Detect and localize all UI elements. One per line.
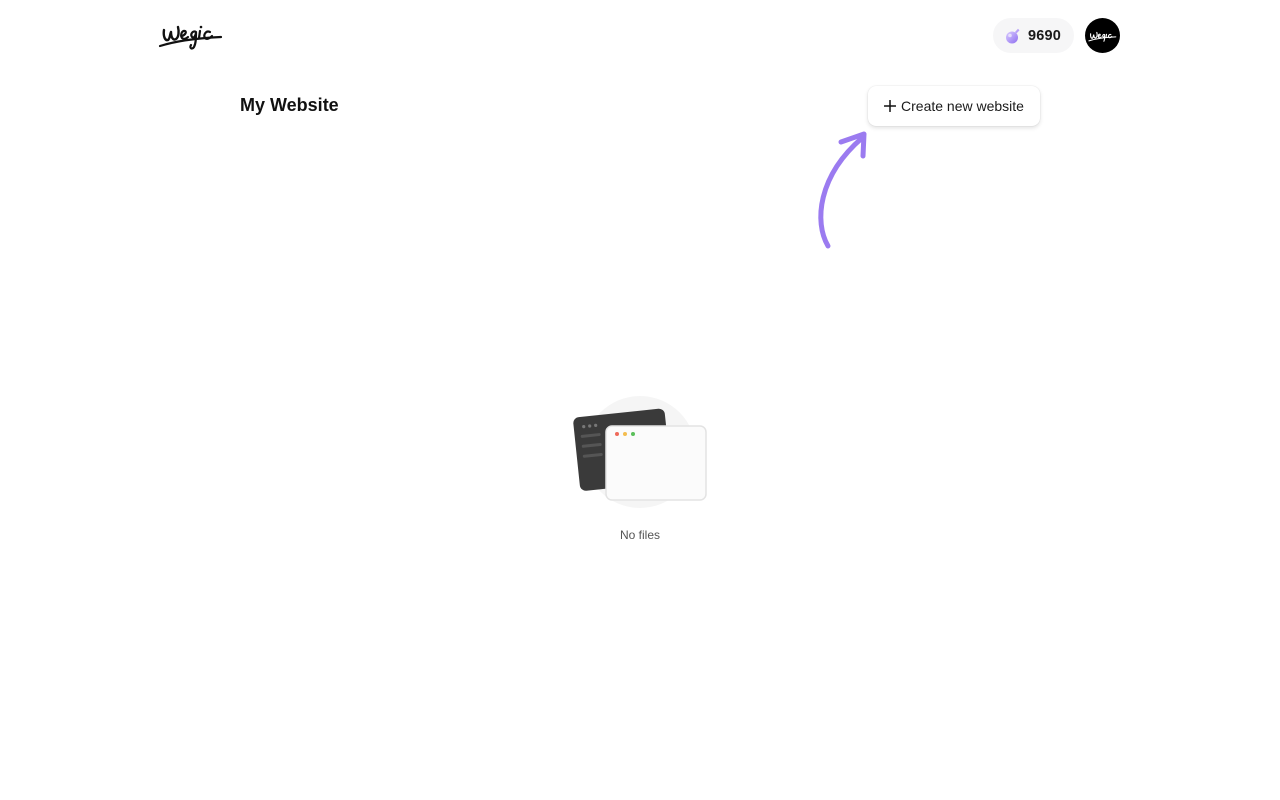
page: 9690 My Website Create new website No fi…: [0, 0, 1280, 800]
user-avatar[interactable]: [1085, 18, 1120, 53]
page-title: My Website: [240, 95, 339, 115]
plus-icon: [884, 100, 897, 112]
create-new-website-button[interactable]: Create new website: [868, 86, 1040, 126]
credits-badge[interactable]: 9690: [993, 18, 1074, 53]
empty-state-text: No files: [619, 528, 660, 542]
gem-icon: [1005, 28, 1020, 43]
empty-state: No files: [560, 392, 720, 562]
browser-windows-icon: [573, 396, 707, 508]
wegic-logo-icon[interactable]: [158, 18, 226, 52]
hint-arrow-icon: [818, 131, 867, 249]
wegic-avatar-icon: [1087, 31, 1116, 42]
create-new-website-label: Create new website: [901, 98, 1024, 114]
credits-count: 9690: [1027, 27, 1062, 44]
